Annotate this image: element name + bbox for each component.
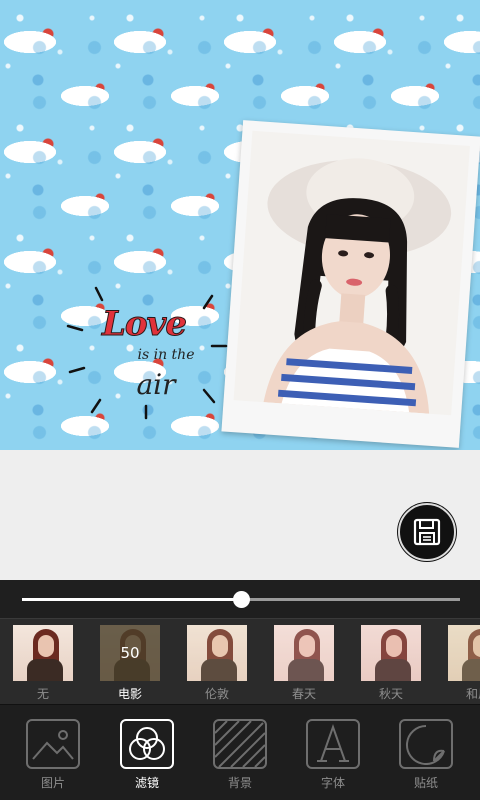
filter-item[interactable]: 50 电影 [100, 625, 162, 704]
tool-photo-label: 图片 [40, 776, 65, 790]
filter-thumbnail [187, 625, 247, 681]
sticker-love-text: Love [102, 304, 188, 345]
floppy-disk-icon [413, 518, 441, 546]
portrait-photo [233, 130, 470, 416]
bottom-toolbar: 图片 滤镜 背景 字体 贴纸 [0, 704, 480, 800]
filter-label: 和风 [465, 687, 480, 701]
slider-thumb[interactable] [233, 591, 250, 608]
save-button[interactable] [398, 503, 456, 561]
filter-thumbnail: 50 [100, 625, 160, 681]
tool-sticker[interactable]: 贴纸 [394, 719, 458, 797]
filter-thumbnail [361, 625, 421, 681]
filter-strength-value: 50 [100, 625, 160, 681]
tool-font-label: 字体 [320, 776, 345, 790]
filter-item[interactable]: 无 [13, 625, 75, 704]
filter-intensity-slider[interactable] [0, 580, 480, 618]
filter-label: 春天 [291, 687, 316, 701]
love-sticker[interactable]: Love is in the air [62, 282, 232, 422]
tool-font[interactable]: 字体 [301, 719, 365, 797]
filter-tint-overlay [361, 625, 421, 681]
sticker-subtitle-text: is in the [137, 347, 195, 363]
filter-label: 无 [36, 687, 49, 701]
slider-fill [22, 598, 241, 601]
photo-card[interactable] [221, 120, 480, 448]
tool-background-label: 背景 [227, 776, 252, 790]
filter-label: 电影 [117, 687, 142, 701]
tool-filter[interactable]: 滤镜 [115, 719, 179, 797]
tool-sticker-label: 贴纸 [413, 776, 438, 790]
filter-strip[interactable]: 无 50 电影 伦敦 春天 秋天 和风 [0, 618, 480, 704]
sticker-air-text: air [136, 368, 176, 401]
filter-thumbnail [13, 625, 73, 681]
filter-item[interactable]: 春天 [274, 625, 336, 704]
tool-background[interactable]: 背景 [208, 719, 272, 797]
filter-tint-overlay [13, 625, 73, 681]
filter-item[interactable]: 伦敦 [187, 625, 249, 704]
filter-item[interactable]: 秋天 [361, 625, 423, 704]
filter-label: 秋天 [378, 687, 403, 701]
letter-a-icon [306, 719, 360, 769]
tool-photo[interactable]: 图片 [21, 719, 85, 797]
filter-tint-overlay [187, 625, 247, 681]
collage-canvas[interactable]: Love is in the air [0, 0, 480, 450]
filter-tint-overlay [274, 625, 334, 681]
filter-tint-overlay [448, 625, 480, 681]
filter-item[interactable]: 和风 [448, 625, 480, 704]
tool-filter-label: 滤镜 [134, 776, 159, 790]
diagonal-lines-icon [213, 719, 267, 769]
filter-label: 伦敦 [204, 687, 229, 701]
filter-thumbnail [448, 625, 480, 681]
filter-thumbnail [274, 625, 334, 681]
three-circles-icon [120, 719, 174, 769]
peeling-sticker-icon [399, 719, 453, 769]
image-icon [26, 719, 80, 769]
